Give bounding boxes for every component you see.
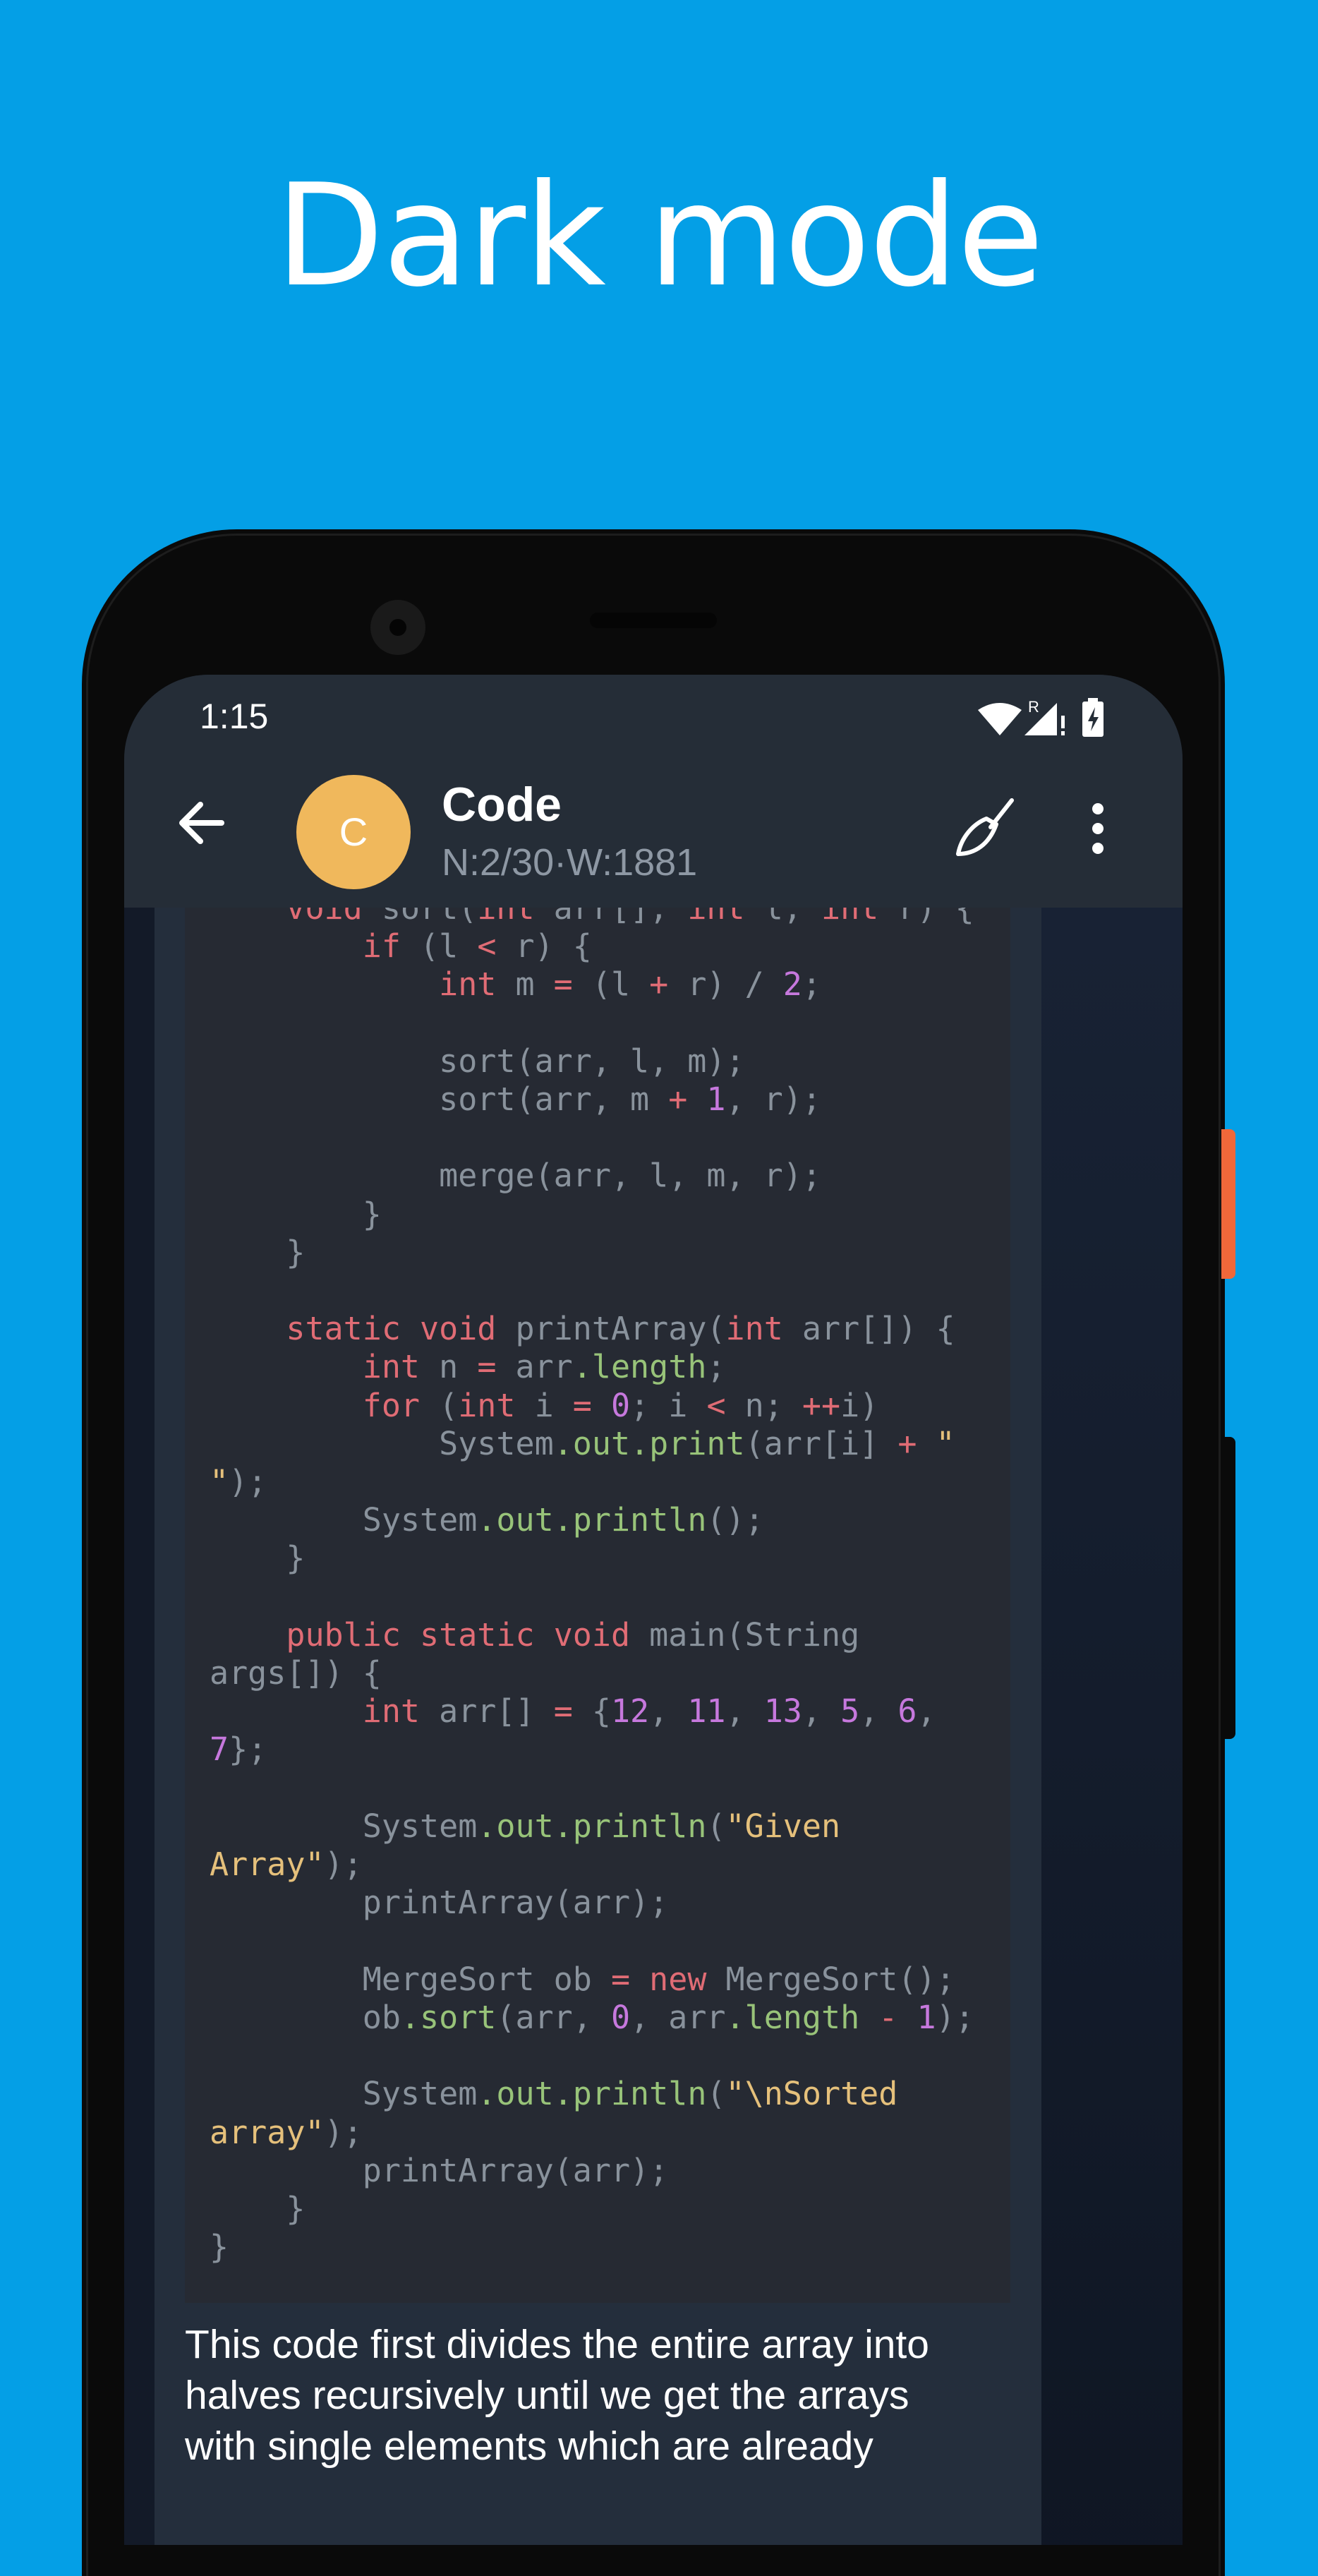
message-line: halves recursively until we get the arra…: [185, 2373, 909, 2418]
status-time: 1:15: [200, 697, 269, 736]
code-text: void sort(int arr[], int l, int r) { if …: [210, 908, 974, 2266]
roaming-label: R: [1028, 698, 1039, 716]
camera-lens: [389, 619, 406, 636]
app-bar: 1:15 R C Code N:2/30·W:1881: [124, 675, 1183, 908]
status-icons: R: [978, 698, 1104, 737]
battery-charging-icon: [1082, 698, 1104, 737]
earpiece-speaker: [590, 613, 717, 628]
signal-alert-bar: [1061, 716, 1065, 728]
phone-screen: void sort(int arr[], int l, int r) { if …: [124, 675, 1183, 2545]
avatar[interactable]: C: [296, 775, 411, 889]
code-block[interactable]: void sort(int arr[], int l, int r) { if …: [185, 908, 1010, 2303]
signal-alert-dot: [1061, 731, 1065, 735]
message-line: with single elements which are already: [185, 2424, 873, 2469]
broom-icon[interactable]: [950, 793, 1020, 864]
volume-button: [1221, 1437, 1235, 1739]
front-camera: [370, 600, 425, 655]
message-line: This code first divides the entire array…: [185, 2322, 929, 2367]
message-bubble[interactable]: void sort(int arr[], int l, int r) { if …: [155, 908, 1041, 2545]
chat-background: [1041, 908, 1183, 2545]
more-vert-icon[interactable]: [1070, 793, 1126, 864]
promo-title: Dark mode: [275, 154, 1044, 318]
back-arrow-icon[interactable]: [167, 788, 237, 858]
message-text: This code first divides the entire array…: [185, 2319, 1032, 2472]
wifi-icon: [978, 703, 1022, 735]
power-button: [1221, 1129, 1235, 1279]
chat-title[interactable]: Code: [442, 777, 562, 832]
chat-subtitle: N:2/30·W:1881: [442, 841, 698, 884]
